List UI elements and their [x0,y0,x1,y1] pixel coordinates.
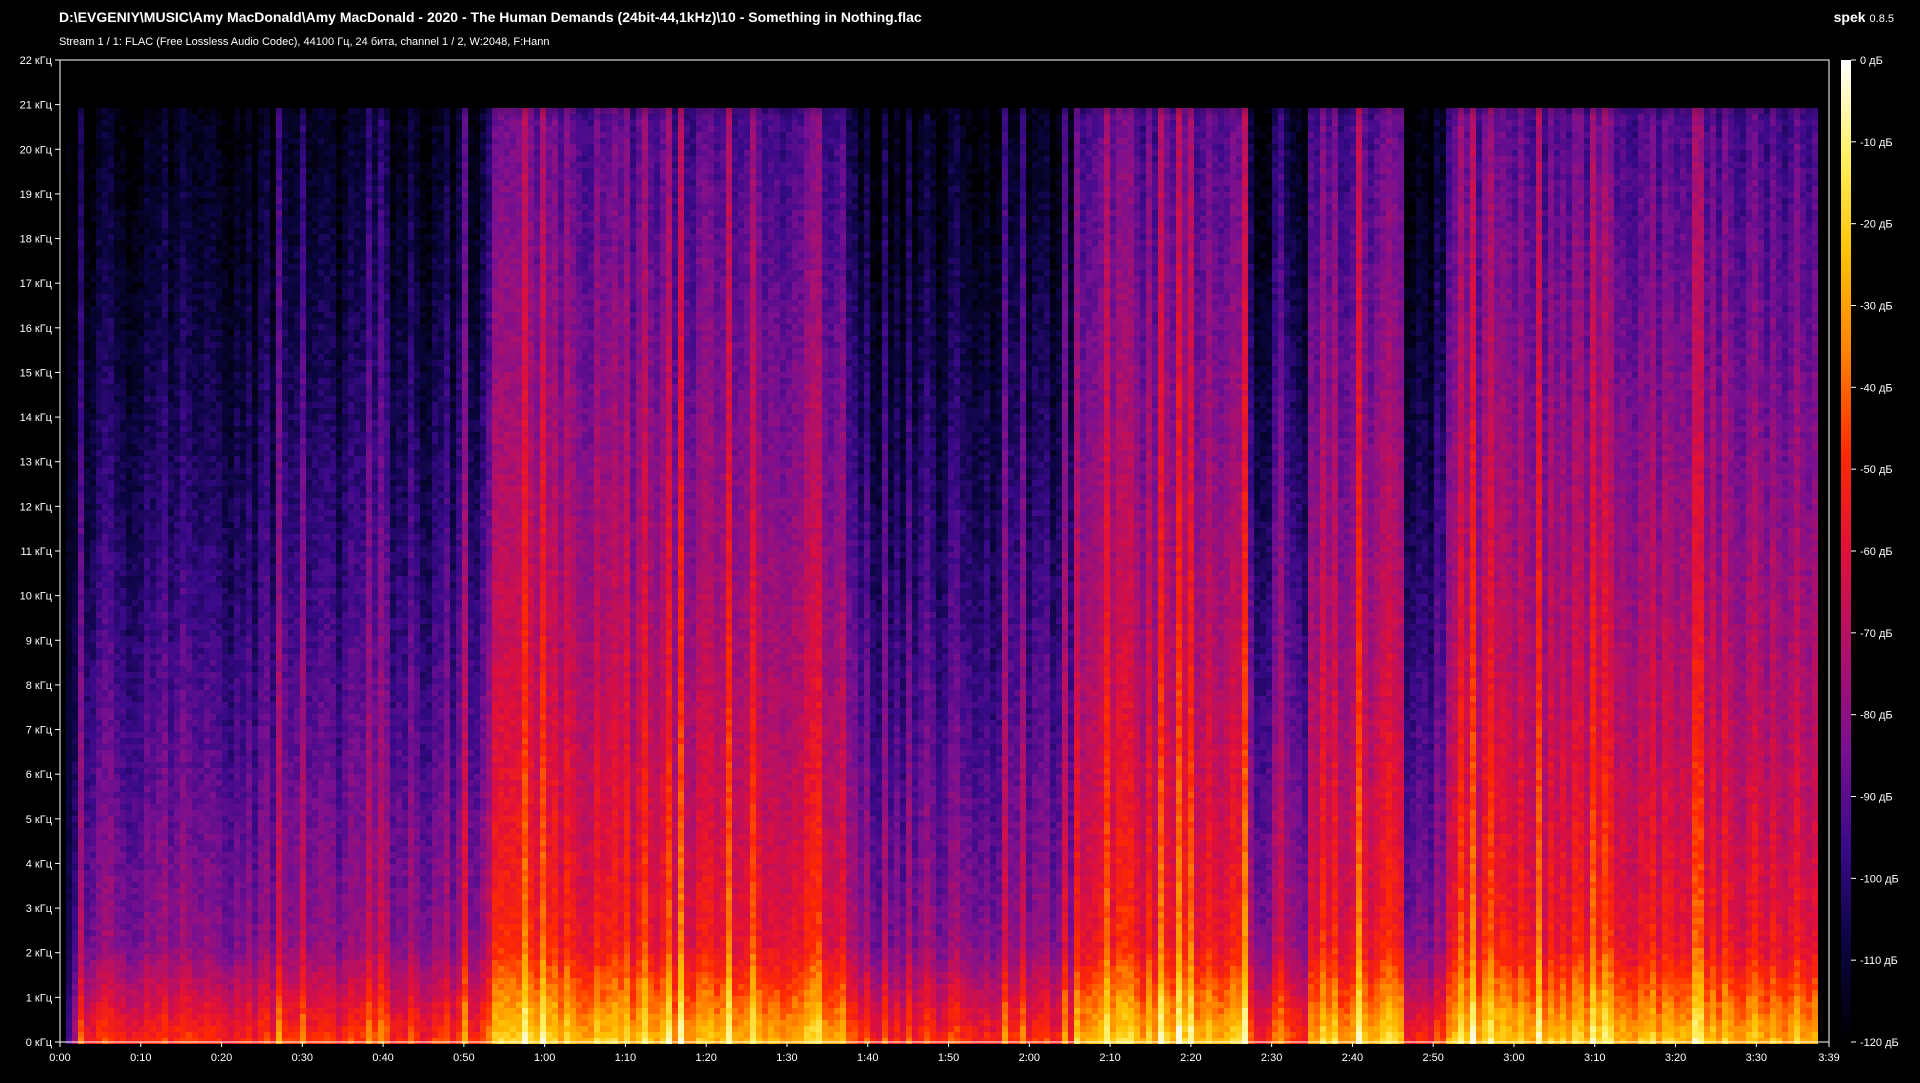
spectrogram-plot[interactable]: 0 кГц1 кГц2 кГц3 кГц4 кГц5 кГц6 кГц7 кГц… [0,0,1920,1083]
